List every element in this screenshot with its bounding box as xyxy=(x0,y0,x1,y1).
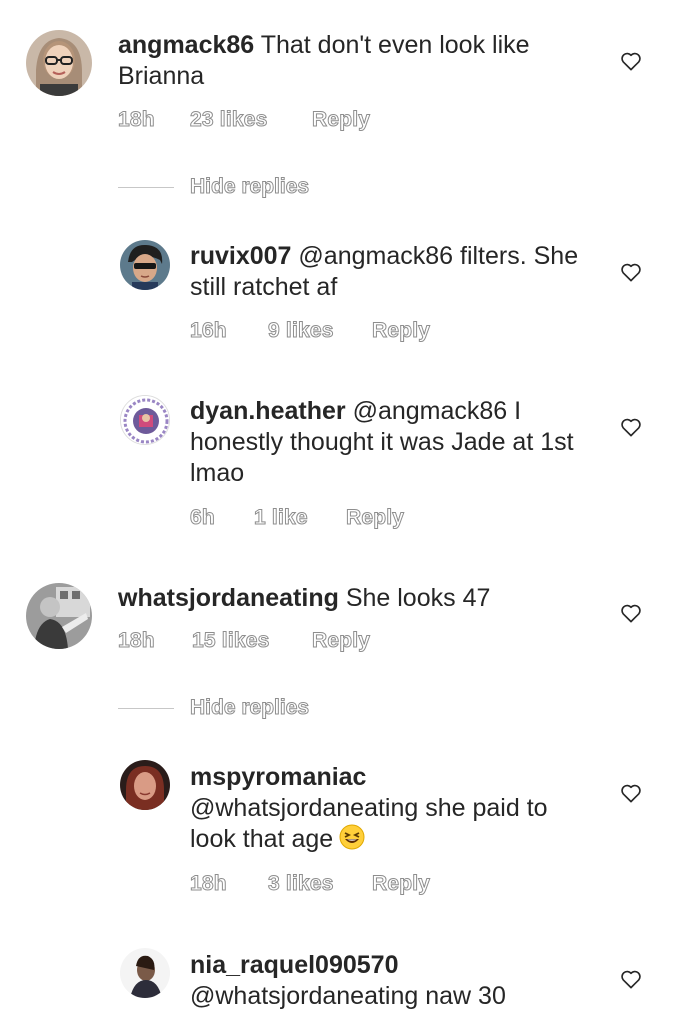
hide-replies-label[interactable]: Hide replies xyxy=(189,696,309,720)
comment-body: She looks 47 xyxy=(345,584,491,612)
comment-time: 6h xyxy=(190,506,216,530)
comment-time: 18h xyxy=(118,629,156,653)
reply-button[interactable]: Reply xyxy=(371,319,430,343)
comment-likes[interactable]: 9 likes xyxy=(268,319,334,343)
comment-text: whatsjordaneating She looks 47 xyxy=(118,583,588,614)
comment-username[interactable]: mspyromaniac xyxy=(190,763,366,791)
comment-username[interactable]: whatsjordaneating xyxy=(118,584,339,612)
comment-time: 18h xyxy=(190,872,228,896)
avatar[interactable] xyxy=(120,948,170,998)
avatar[interactable] xyxy=(120,760,170,810)
comment-text: angmack86 That don't even look like Bria… xyxy=(118,30,588,92)
hide-replies-label[interactable]: Hide replies xyxy=(189,175,309,199)
comment-body: @whatsjordaneating she paid to look that… xyxy=(190,794,548,853)
avatar[interactable] xyxy=(26,583,92,649)
divider xyxy=(118,186,174,188)
comment-username[interactable]: ruvix007 xyxy=(190,242,291,270)
comment-time: 18h xyxy=(118,108,156,132)
avatar[interactable] xyxy=(120,240,170,290)
comment-username[interactable]: dyan.heather xyxy=(190,397,346,425)
reply-button[interactable]: Reply xyxy=(311,629,370,653)
heart-outline-icon xyxy=(621,604,641,623)
comment-username[interactable]: nia_raquel090570 xyxy=(190,951,398,979)
avatar[interactable] xyxy=(26,30,92,96)
comment-time: 16h xyxy=(190,319,228,343)
comment-likes[interactable]: 23 likes xyxy=(190,108,268,132)
comment-likes[interactable]: 1 like xyxy=(254,506,309,530)
comment-text: ruvix007 @angmack86 filters. She still r… xyxy=(190,241,600,303)
like-button[interactable] xyxy=(620,783,642,803)
comment-text: mspyromaniac @whatsjordaneating she paid… xyxy=(190,762,600,858)
comment-username[interactable]: angmack86 xyxy=(118,31,254,59)
heart-outline-icon xyxy=(621,970,641,989)
reply-button[interactable]: Reply xyxy=(311,108,370,132)
like-button[interactable] xyxy=(620,51,642,71)
comment-text: dyan.heather @angmack86 I honestly thoug… xyxy=(190,396,600,489)
heart-outline-icon xyxy=(621,418,641,437)
like-button[interactable] xyxy=(620,969,642,989)
heart-outline-icon xyxy=(621,263,641,282)
hide-replies-toggle[interactable]: Hide replies xyxy=(118,175,310,199)
reply-button[interactable]: Reply xyxy=(345,506,404,530)
comment-likes[interactable]: 3 likes xyxy=(268,872,334,896)
reply-button[interactable]: Reply xyxy=(371,872,430,896)
comment-likes[interactable]: 15 likes xyxy=(192,629,270,653)
heart-outline-icon xyxy=(621,52,641,71)
like-button[interactable] xyxy=(620,417,642,437)
hide-replies-toggle[interactable]: Hide replies xyxy=(118,696,310,720)
divider xyxy=(118,707,174,709)
comment-text: nia_raquel090570 @whatsjordaneating naw … xyxy=(190,950,600,1012)
grinning-squinting-face-emoji xyxy=(339,824,365,858)
avatar[interactable] xyxy=(120,395,170,445)
comment-body: @whatsjordaneating naw 30 xyxy=(190,982,506,1010)
like-button[interactable] xyxy=(620,262,642,282)
heart-outline-icon xyxy=(621,784,641,803)
like-button[interactable] xyxy=(620,603,642,623)
